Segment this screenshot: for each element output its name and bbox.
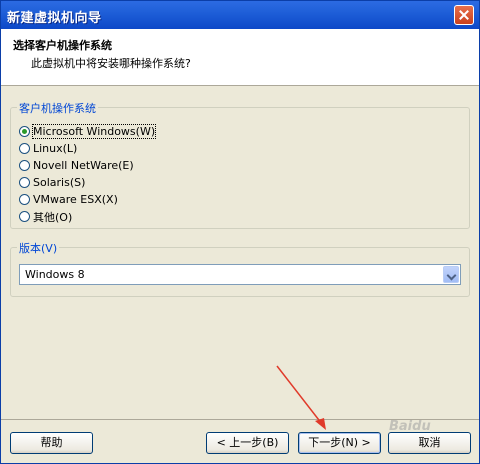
radio-label[interactable]: 其他(O) [33,209,72,225]
radio-button-icon[interactable] [19,160,30,171]
radio-button-icon[interactable] [19,211,30,222]
radio-option-solaris[interactable]: Solaris(S) [19,175,85,190]
radio-label[interactable]: Solaris(S) [33,176,85,189]
radio-option-esx[interactable]: VMware ESX(X) [19,192,118,207]
chevron-down-icon[interactable] [443,266,459,283]
radio-option-netware[interactable]: Novell NetWare(E) [19,158,134,173]
header-subtitle: 此虚拟机中将安装哪种操作系统? [31,57,191,70]
radio-button-icon[interactable] [19,194,30,205]
cancel-button[interactable]: 取消 [388,432,471,454]
next-button[interactable]: 下一步(N) > [298,432,381,454]
radio-label[interactable]: Novell NetWare(E) [33,159,134,172]
radio-button-icon[interactable] [19,126,30,137]
version-legend: 版本(V) [17,240,60,256]
close-button[interactable] [454,5,474,25]
version-group: 版本(V) Windows 8 [10,240,470,297]
wizard-header: 选择客户机操作系统 此虚拟机中将安装哪种操作系统? [1,29,479,86]
radio-label[interactable]: VMware ESX(X) [33,193,118,206]
window-title: 新建虚拟机向导 [7,11,102,26]
radio-option-linux[interactable]: Linux(L) [19,141,77,156]
version-selected-value: Windows 8 [25,268,85,281]
radio-label[interactable]: Linux(L) [33,142,77,155]
guest-os-group: 客户机操作系统 Microsoft Windows(W) Linux(L) No… [10,100,470,229]
wizard-window: 新建虚拟机向导 选择客户机操作系统 此虚拟机中将安装哪种操作系统? 客户机操作系… [0,0,480,464]
radio-option-windows[interactable]: Microsoft Windows(W) [19,124,157,139]
header-title: 选择客户机操作系统 [13,39,112,52]
radio-label[interactable]: Microsoft Windows(W) [31,124,157,139]
title-bar[interactable]: 新建虚拟机向导 [1,1,479,29]
watermark-logo: Baidu [389,419,431,434]
help-button[interactable]: 帮助 [10,432,93,454]
guest-os-legend: 客户机操作系统 [17,100,98,116]
version-dropdown[interactable]: Windows 8 [19,264,461,285]
radio-button-icon[interactable] [19,177,30,188]
radio-button-icon[interactable] [19,143,30,154]
back-button[interactable]: < 上一步(B) [206,432,289,454]
radio-option-other[interactable]: 其他(O) [19,209,72,224]
